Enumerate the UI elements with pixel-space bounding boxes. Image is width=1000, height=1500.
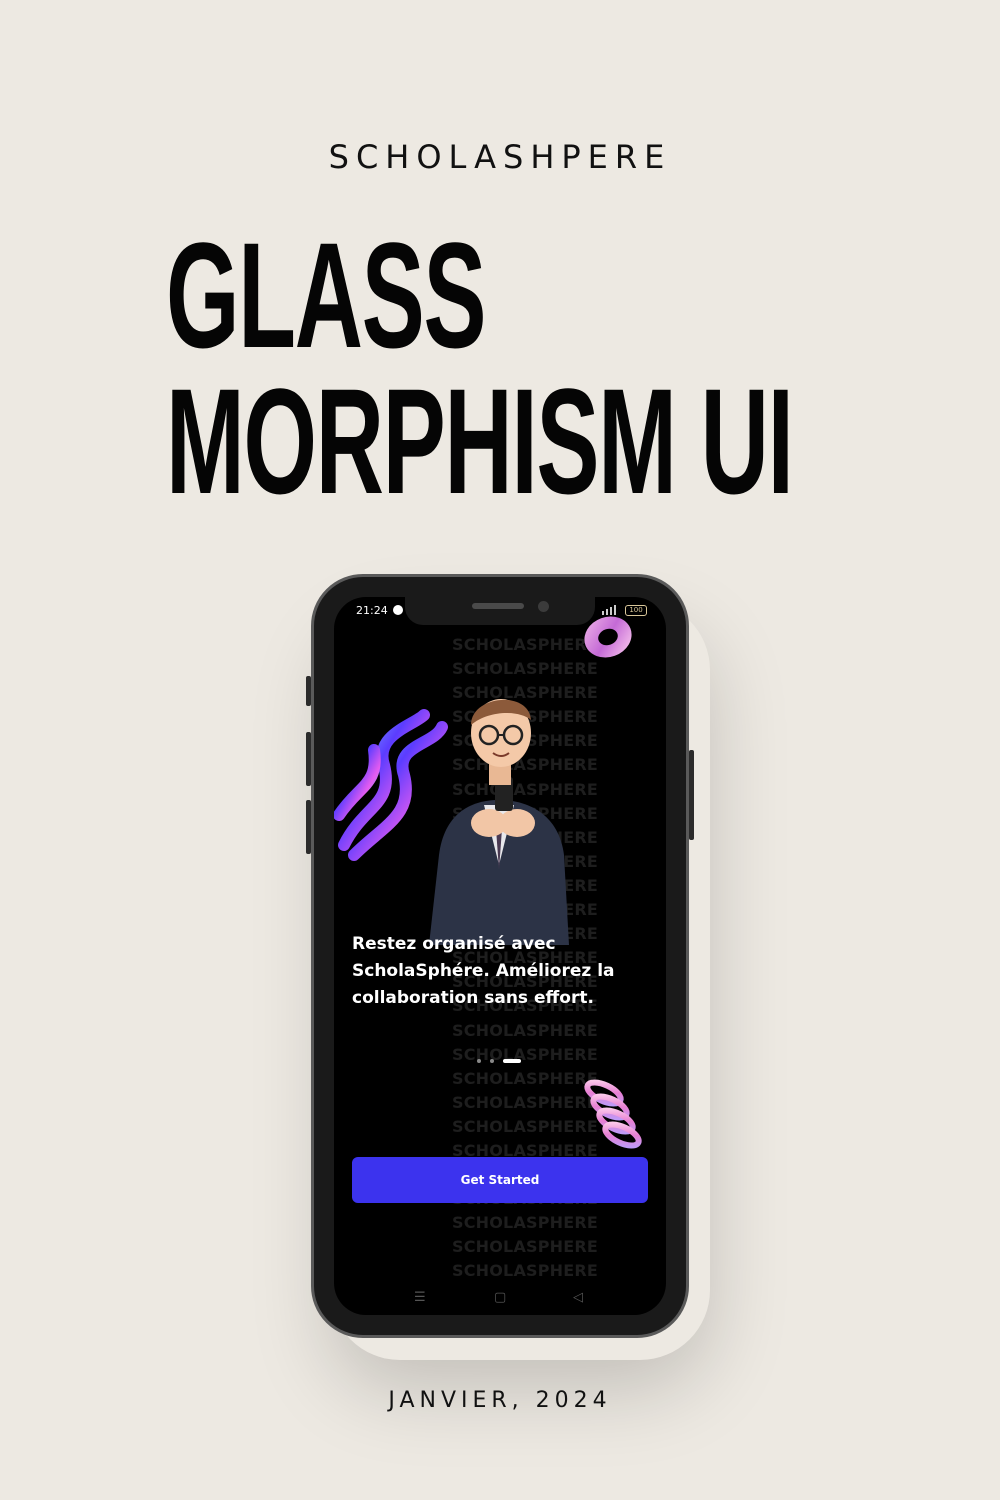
- phone-notch: [405, 597, 595, 625]
- phone-side-button: [306, 676, 311, 706]
- headline-line-2: MORPHISM UI: [166, 357, 794, 525]
- phone-screen: 21:24 100 SCHOLASPHERE SCHOLASPHERE SCHOLA…: [334, 597, 666, 1315]
- headline-line-1: GLASS: [166, 211, 487, 379]
- headline: GLASS MORPHISM UI: [166, 211, 794, 525]
- pager-dot-1[interactable]: [477, 1059, 481, 1063]
- watermark-line: SCHOLASPHERE: [452, 1261, 599, 1281]
- phone-volume-up-button: [306, 732, 311, 786]
- get-started-button[interactable]: Get Started: [352, 1157, 648, 1203]
- messenger-icon: [393, 605, 403, 615]
- pager-dot-2[interactable]: [490, 1059, 494, 1063]
- onboarding-tagline: Restez organisé avec ScholaSphére. Améli…: [352, 934, 615, 1008]
- watermark-line: SCHOLASPHERE: [452, 1237, 599, 1257]
- phone-speaker: [472, 603, 524, 609]
- publication-date: JANVIER, 2024: [388, 1388, 612, 1413]
- phone-camera: [538, 601, 549, 612]
- watermark-line: SCHOLASPHERE: [452, 1044, 599, 1064]
- phone-power-button: [689, 750, 694, 840]
- brand-name: SCHOLASHPERE: [328, 138, 672, 176]
- status-time: 21:24: [356, 604, 388, 617]
- back-triangle-icon[interactable]: ◁: [573, 1290, 583, 1305]
- pager-dot-3[interactable]: [503, 1059, 521, 1063]
- watermark-line: SCHOLASPHERE: [452, 1213, 599, 1233]
- home-square-icon[interactable]: ▢: [494, 1290, 506, 1305]
- pink-spring-decoration-icon: [584, 1079, 642, 1149]
- menu-icon[interactable]: ☰: [414, 1290, 426, 1305]
- watermark-line: SCHOLASPHERE: [452, 1020, 599, 1040]
- phone-volume-down-button: [306, 800, 311, 854]
- character-illustration: [429, 699, 569, 945]
